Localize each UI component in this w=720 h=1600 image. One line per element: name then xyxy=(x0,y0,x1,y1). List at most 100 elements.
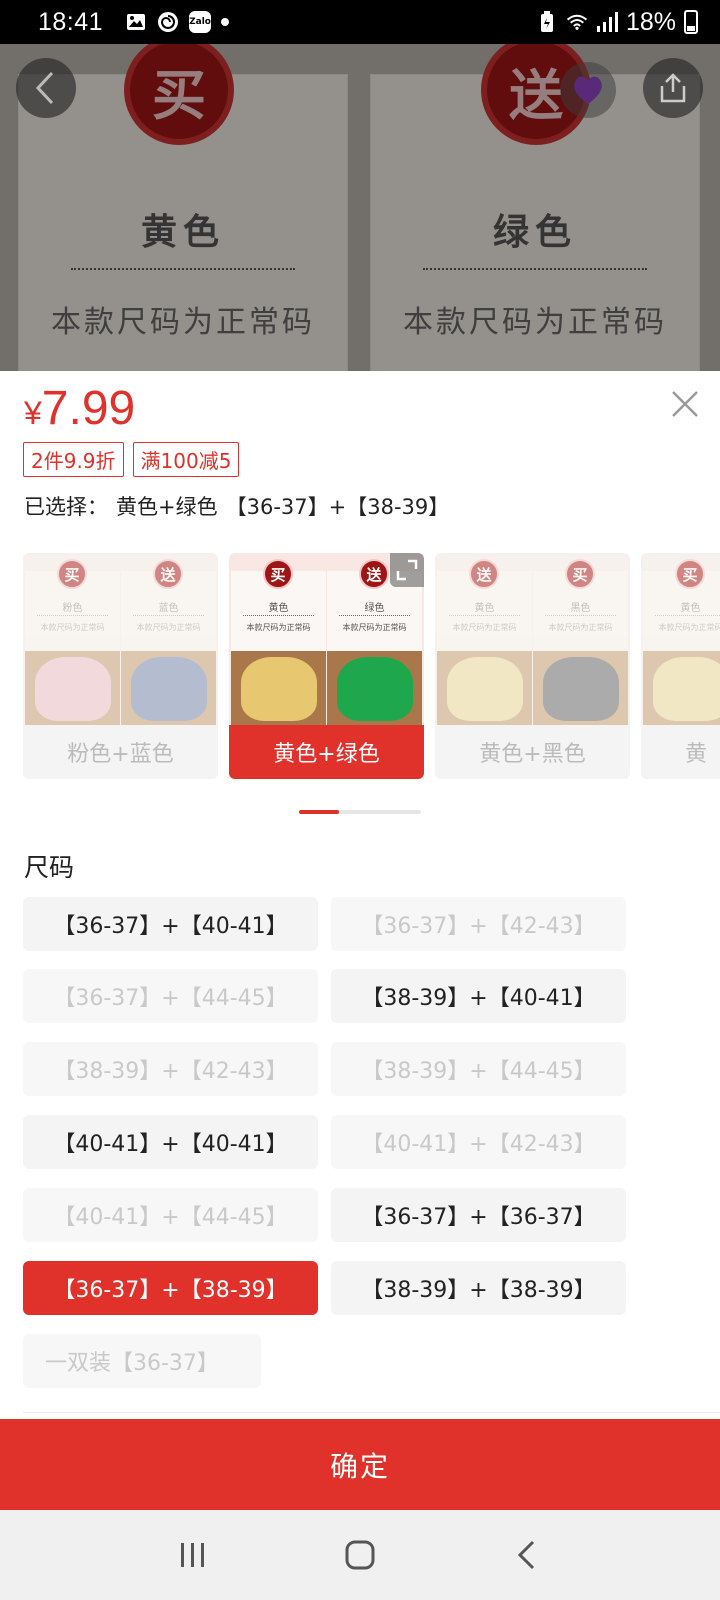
back-button[interactable] xyxy=(16,58,76,118)
image-desc: 本款尺码为正常码 xyxy=(136,623,201,632)
size-option-disabled: 一双装【36-37】 xyxy=(23,1334,261,1388)
color-option-partial[interactable]: 黄色 本款尺码为正常码 买 黄 xyxy=(641,553,720,779)
promo-tags: 2件9.9折 满100减5 xyxy=(23,442,240,477)
slipper-image xyxy=(35,657,111,721)
image-desc: 本款尺码为正常码 xyxy=(40,623,105,632)
favorite-button[interactable] xyxy=(560,62,616,118)
combo-image-left: 粉色 本款尺码为正常码 买 xyxy=(25,553,120,725)
color-combo-carousel[interactable]: 粉色 本款尺码为正常码 买 蓝色 本款尺码为正常码 送 粉色+蓝色 黄色 本款尺… xyxy=(23,553,720,779)
home-button[interactable] xyxy=(330,1525,390,1585)
selected-color: 黄色+绿色 xyxy=(116,495,218,519)
image-desc: 本款尺码为正常码 xyxy=(246,623,311,632)
combo-image-right: 黑色 本款尺码为正常码 买 xyxy=(533,553,628,725)
recent-apps-button[interactable] xyxy=(163,1525,223,1585)
badge-buy: 买 xyxy=(263,559,293,589)
color-option-pink-blue[interactable]: 粉色 本款尺码为正常码 买 蓝色 本款尺码为正常码 送 粉色+蓝色 xyxy=(23,553,218,779)
badge-buy: 买 xyxy=(675,559,705,589)
promo-tag: 2件9.9折 xyxy=(23,442,124,477)
image-desc: 本款尺码为正常码 xyxy=(548,623,613,632)
combo-label: 粉色+蓝色 xyxy=(23,725,218,779)
size-option[interactable]: 【36-37】+【36-37】 xyxy=(331,1188,626,1242)
slipper-image xyxy=(447,657,523,721)
badge-gift: 送 xyxy=(359,559,389,589)
back-icon xyxy=(517,1540,534,1570)
image-title: 粉色 xyxy=(62,603,83,614)
slipper-image xyxy=(241,657,317,721)
combo-label: 黄色+黑色 xyxy=(435,725,630,779)
price: ¥7.99 xyxy=(24,381,135,436)
wifi-icon xyxy=(566,11,588,33)
size-section-title: 尺码 xyxy=(24,853,75,882)
image-title: 黑色 xyxy=(570,603,591,614)
size-option[interactable]: 【40-41】+【40-41】 xyxy=(23,1115,318,1169)
promo-tag: 满100减5 xyxy=(132,442,240,477)
status-time: 18:41 xyxy=(38,7,104,36)
size-option-selected[interactable]: 【36-37】+【38-39】 xyxy=(23,1261,318,1315)
carousel-scroll-thumb xyxy=(299,810,339,814)
status-bar: 18:41 Zalo 18% xyxy=(0,0,720,44)
selected-size: 【36-37】+【38-39】 xyxy=(225,495,450,519)
badge-buy: 买 xyxy=(565,559,595,589)
slipper-image xyxy=(131,657,207,721)
combo-image-left: 黄色 本款尺码为正常码 送 xyxy=(437,553,532,725)
size-option-disabled: 【40-41】+【42-43】 xyxy=(331,1115,626,1169)
expand-icon xyxy=(396,559,418,581)
size-option-disabled: 【36-37】+【42-43】 xyxy=(331,897,626,951)
image-desc: 本款尺码为正常码 xyxy=(452,623,517,632)
status-system-icons: 18% xyxy=(536,8,698,37)
selected-summary: 已选择： 黄色+绿色 【36-37】+【38-39】 xyxy=(24,491,449,521)
swirl-icon xyxy=(157,11,179,33)
size-option-disabled: 【40-41】+【44-45】 xyxy=(23,1188,318,1242)
badge-buy: 买 xyxy=(57,559,87,589)
size-option-disabled: 【36-37】+【44-45】 xyxy=(23,969,318,1023)
image-title: 黄色 xyxy=(268,603,289,614)
recent-apps-icon xyxy=(181,1543,205,1567)
share-icon xyxy=(660,73,686,103)
image-title: 蓝色 xyxy=(158,603,179,614)
combo-image-right: 蓝色 本款尺码为正常码 送 xyxy=(121,553,216,725)
status-notification-icons: Zalo xyxy=(125,11,230,33)
system-nav-bar xyxy=(0,1510,720,1600)
size-option-disabled: 【38-39】+【44-45】 xyxy=(331,1042,626,1096)
signal-icon xyxy=(596,11,618,33)
carousel-scroll-indicator xyxy=(299,810,421,814)
size-option[interactable]: 【38-39】+【38-39】 xyxy=(331,1261,626,1315)
image-title: 绿色 xyxy=(364,603,385,614)
expand-image-button[interactable] xyxy=(390,553,424,587)
close-icon xyxy=(672,391,698,417)
badge-gift: 送 xyxy=(153,559,183,589)
combo-label: 黄 xyxy=(641,725,720,779)
home-icon xyxy=(345,1540,375,1570)
slipper-image xyxy=(337,657,413,721)
selected-label: 已选择： xyxy=(24,495,108,519)
nav-back-button[interactable] xyxy=(497,1525,557,1585)
confirm-button[interactable]: 确定 xyxy=(0,1419,720,1510)
zalo-icon: Zalo xyxy=(189,11,212,33)
combo-label: 黄色+绿色 xyxy=(229,725,424,779)
combo-image-left: 黄色 本款尺码为正常码 买 xyxy=(231,553,326,725)
size-option[interactable]: 【38-39】+【40-41】 xyxy=(331,969,626,1023)
currency-symbol: ¥ xyxy=(24,395,42,431)
heart-icon xyxy=(574,76,602,104)
color-option-yellow-black[interactable]: 黄色 本款尺码为正常码 送 黑色 本款尺码为正常码 买 黄色+黑色 xyxy=(435,553,630,779)
section-divider xyxy=(23,1412,720,1413)
notification-dot xyxy=(221,18,230,26)
color-option-yellow-green[interactable]: 黄色 本款尺码为正常码 买 绿色 本款尺码为正常码 送 黄色+绿色 xyxy=(229,553,424,779)
battery-saver-icon xyxy=(536,11,558,33)
image-icon xyxy=(125,11,147,33)
image-title: 黄色 xyxy=(474,603,495,614)
product-image-background: 买 黄色 本款尺码为正常码 送 绿色 本款尺码为正常码 xyxy=(0,44,720,371)
size-option[interactable]: 【36-37】+【40-41】 xyxy=(23,897,318,951)
close-button[interactable] xyxy=(668,387,702,421)
image-title: 黄色 xyxy=(680,603,701,614)
combo-image-left: 黄色 本款尺码为正常码 买 xyxy=(643,553,720,725)
battery-percent: 18% xyxy=(625,7,676,36)
image-desc: 本款尺码为正常码 xyxy=(342,623,407,632)
sku-selector-sheet: ¥7.99 2件9.9折 满100减5 已选择： 黄色+绿色 【36-37】+【38… xyxy=(0,371,720,1510)
slipper-image xyxy=(653,657,720,721)
battery-icon xyxy=(684,10,698,34)
badge-gift: 送 xyxy=(469,559,499,589)
image-desc: 本款尺码为正常码 xyxy=(658,623,720,632)
share-button[interactable] xyxy=(643,58,703,118)
size-option-disabled: 【38-39】+【42-43】 xyxy=(23,1042,318,1096)
